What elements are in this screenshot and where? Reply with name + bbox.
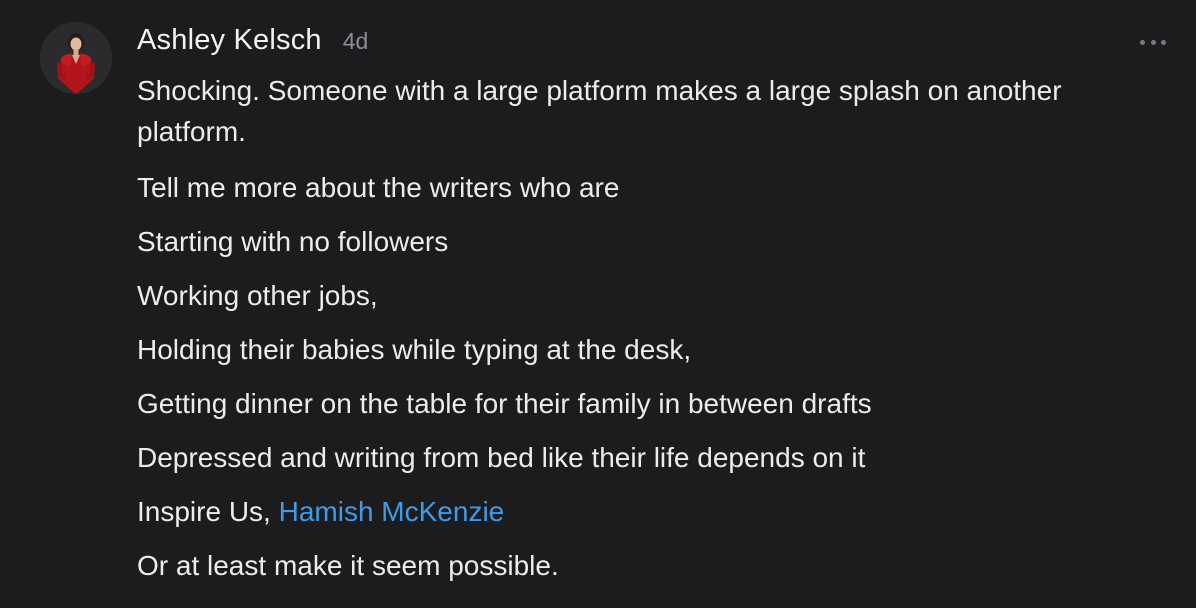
dot (1161, 39, 1166, 45)
paragraph: Depressed and writing from bed like thei… (137, 442, 866, 473)
paragraph: Tell me more about the writers who are (137, 172, 620, 203)
paragraph: Getting dinner on the table for their fa… (137, 388, 872, 419)
dot (1140, 39, 1145, 45)
paragraph: Shocking. Someone with a large platform … (137, 75, 1062, 147)
inspire-prefix: Inspire Us, (137, 496, 279, 527)
comment-body: Shocking. Someone with a large platform … (137, 70, 1167, 586)
avatar[interactable] (40, 22, 112, 94)
paragraph: Holding their babies while typing at the… (137, 334, 692, 365)
dot (1150, 39, 1156, 45)
inspire-paragraph: Inspire Us, Hamish McKenzie (137, 491, 1167, 532)
avatar-image (40, 22, 112, 94)
author-name[interactable]: Ashley Kelsch (137, 24, 322, 57)
closing-paragraph: Or at least make it seem possible. (137, 550, 559, 581)
ellipsis-icon[interactable] (1140, 32, 1166, 52)
paragraph: Working other jobs, (137, 280, 378, 311)
paragraph: Starting with no followers (137, 226, 449, 257)
comment-header: Ashley Kelsch 4d (137, 24, 368, 64)
comment: Ashley Kelsch 4d Shocking. Someone with … (0, 0, 1196, 608)
timestamp[interactable]: 4d (343, 28, 369, 55)
mention-link[interactable]: Hamish McKenzie (279, 496, 505, 527)
